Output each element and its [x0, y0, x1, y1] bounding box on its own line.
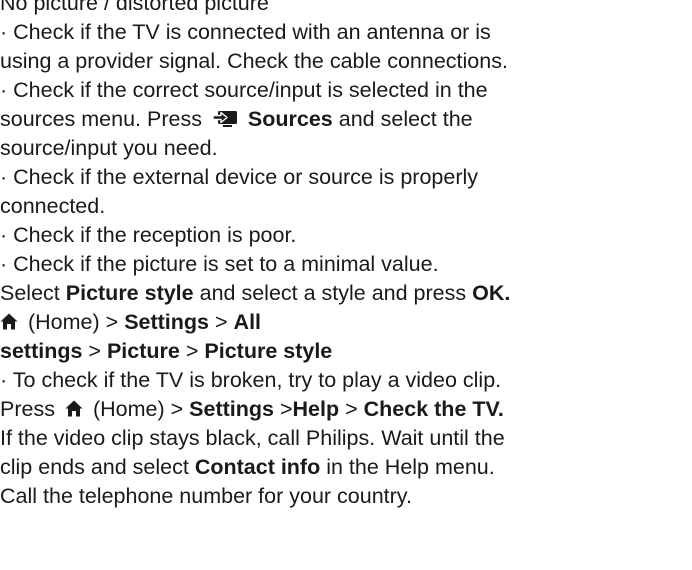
bullet: ·	[0, 20, 8, 44]
item-text: Check if the TV is connected with an ant…	[13, 20, 491, 44]
bullet: ·	[0, 252, 8, 276]
sources-icon	[212, 111, 237, 128]
list-item-continuation: using a provider signal. Check the cable…	[0, 47, 692, 76]
menu-path: Press (Home) > Settings >Help > Check th…	[0, 395, 692, 424]
bullet: ·	[0, 165, 8, 189]
sources-label: Sources	[247, 107, 333, 131]
path-separator: >	[345, 397, 358, 421]
item-text: Check if the reception is poor.	[13, 223, 297, 247]
path-separator: >	[185, 339, 199, 363]
settings-label: settings	[0, 339, 83, 363]
list-item: · Check if the external device or source…	[0, 163, 692, 192]
section-heading: No picture / distorted picture	[0, 0, 692, 18]
item-text: and select the	[338, 107, 473, 131]
home-icon	[65, 400, 83, 417]
path-separator: >	[215, 310, 228, 334]
list-item: · Check if the picture is set to a minim…	[0, 250, 692, 279]
item-text: connected.	[0, 194, 106, 218]
item-text: using a provider signal. Check the cable…	[0, 49, 508, 73]
paragraph-line: Call the telephone number for your count…	[0, 482, 692, 511]
settings-label: Settings	[124, 310, 210, 334]
list-item-continuation: source/input you need.	[0, 134, 692, 163]
menu-path-continuation: settings > Picture > Picture style	[0, 337, 692, 366]
path-separator: >	[170, 397, 184, 421]
item-text: and select a style and press	[199, 281, 467, 305]
picture-style-label: Picture style	[65, 281, 194, 305]
list-item: · Check if the reception is poor.	[0, 221, 692, 250]
menu-path: (Home) > Settings > All	[0, 308, 692, 337]
paragraph-line: If the video clip stays black, call Phil…	[0, 424, 692, 453]
item-text: If the video clip stays black, call Phil…	[0, 426, 505, 450]
help-document: No picture / distorted picture · Check i…	[0, 0, 692, 511]
item-text: in the Help menu.	[326, 455, 495, 479]
bullet: ·	[0, 368, 8, 392]
check-tv-label: Check the TV.	[363, 397, 504, 421]
home-icon	[0, 313, 18, 330]
item-text: Check if the external device or source i…	[13, 165, 479, 189]
paragraph-line: clip ends and select Contact info in the…	[0, 453, 692, 482]
list-item: · Check if the TV is connected with an a…	[0, 18, 692, 47]
item-text: sources menu. Press	[0, 107, 202, 131]
item-text: Press	[0, 397, 55, 421]
picture-style-label: Picture style	[204, 339, 333, 363]
item-text: Check if the picture is set to a minimal…	[13, 252, 439, 276]
list-item: · To check if the TV is broken, try to p…	[0, 366, 692, 395]
instruction-line: Select Picture style and select a style …	[0, 279, 692, 308]
bullet: ·	[0, 78, 8, 102]
list-item-continuation: sources menu. Press Sources and select t…	[0, 105, 692, 134]
item-text: To check if the TV is broken, try to pla…	[12, 368, 502, 392]
item-text: Select	[0, 281, 60, 305]
item-text: clip ends and select	[0, 455, 189, 479]
help-label: Help	[292, 397, 340, 421]
item-text: source/input you need.	[0, 136, 218, 160]
settings-label: Settings	[189, 397, 274, 421]
picture-label: Picture	[106, 339, 180, 363]
contact-info-label: Contact info	[194, 455, 321, 479]
ok-label: OK.	[472, 281, 511, 305]
all-label: All	[233, 310, 262, 334]
bullet: ·	[0, 223, 8, 247]
list-item-continuation: connected.	[0, 192, 692, 221]
item-text: Call the telephone number for your count…	[0, 484, 412, 508]
item-text: Check if the correct source/input is sel…	[13, 78, 488, 102]
path-separator: >	[279, 397, 293, 421]
heading-text: No picture / distorted picture	[0, 0, 269, 15]
path-separator: >	[105, 310, 119, 334]
home-label: (Home)	[92, 397, 165, 421]
list-item: · Check if the correct source/input is s…	[0, 76, 692, 105]
path-separator: >	[88, 339, 101, 363]
home-label: (Home)	[27, 310, 100, 334]
